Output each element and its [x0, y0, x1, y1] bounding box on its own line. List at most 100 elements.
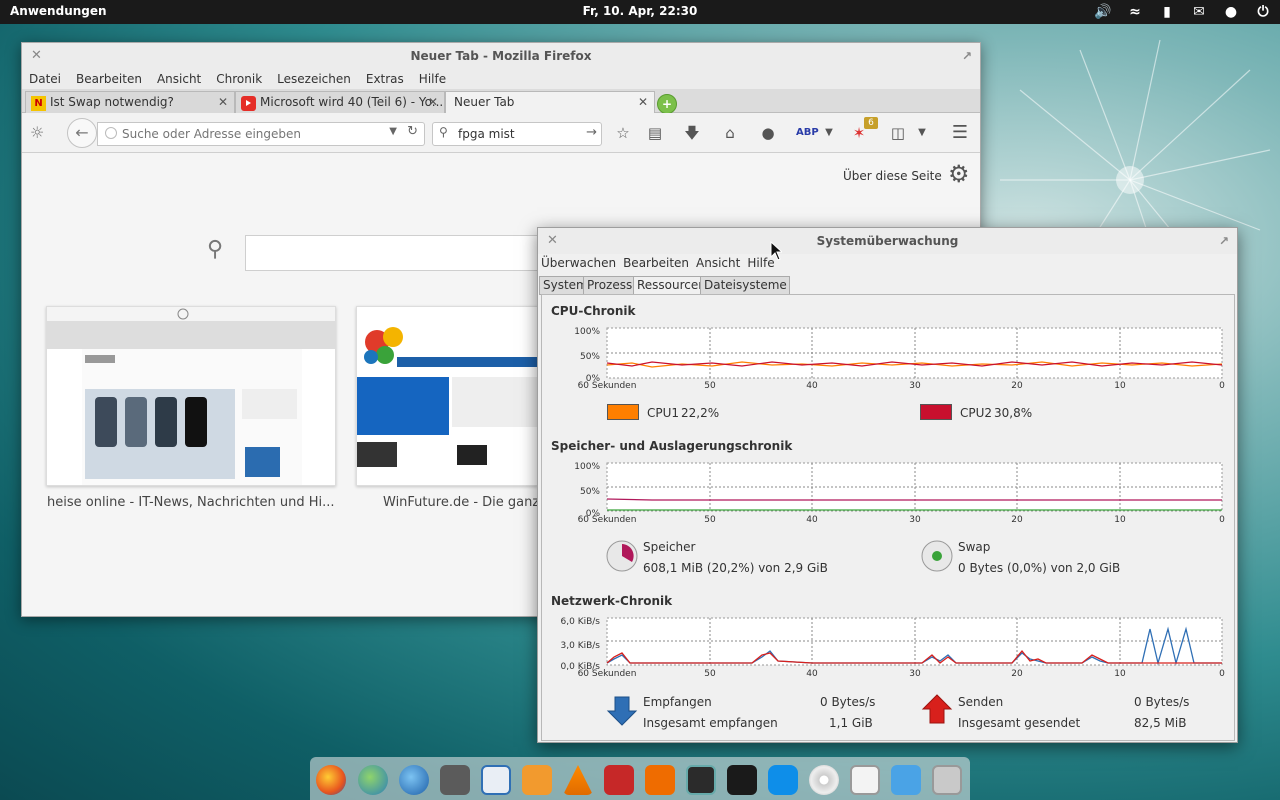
memory-pie-icon[interactable] [606, 540, 638, 572]
tab-swap[interactable]: N Ist Swap notwendig? ✕ [25, 91, 235, 114]
close-tab-icon[interactable]: ✕ [638, 95, 648, 109]
document-icon[interactable] [481, 765, 511, 795]
hamburger-menu-icon[interactable]: ☰ [950, 123, 970, 143]
menu-chronik[interactable]: Chronik [216, 72, 262, 86]
new-tab-search-field[interactable] [245, 235, 545, 271]
resources-panel: CPU-Chronik 100% 50% 0% 60 Sekunden 50 4… [541, 294, 1235, 741]
vlc-icon[interactable] [563, 765, 593, 795]
thumbnail-heise[interactable] [46, 306, 336, 486]
url-input[interactable] [98, 123, 368, 145]
thumbnail-label-winfuture[interactable]: WinFuture.de - Die ganz [383, 495, 543, 510]
memory-history-graph: 100% 50% 0% 60 Sekunden 50 40 30 20 10 0 [574, 462, 1225, 524]
cpu2-color-swatch[interactable] [920, 404, 952, 420]
swap-label: Swap [958, 540, 991, 554]
tab-label: Microsoft wird 40 (Teil 6) - Yo... [260, 95, 444, 109]
globe-icon[interactable] [358, 765, 388, 795]
google-earth-icon[interactable] [399, 765, 429, 795]
menu-bearbeiten[interactable]: Bearbeiten [76, 72, 142, 86]
close-icon[interactable]: ✕ [547, 228, 558, 254]
power-icon[interactable]: ⏻ [1254, 3, 1272, 21]
maximize-icon[interactable]: ↗ [962, 43, 972, 69]
menu-extras[interactable]: Extras [366, 72, 404, 86]
cpu-section-title: CPU-Chronik [551, 304, 636, 318]
photo-icon[interactable] [645, 765, 675, 795]
menu-ansicht[interactable]: Ansicht [157, 72, 201, 86]
new-tab-button[interactable]: + [657, 94, 677, 114]
calculator-icon[interactable] [440, 765, 470, 795]
music-icon[interactable] [522, 765, 552, 795]
net-ytick-6: 6,0 KiB/s [561, 617, 601, 627]
cpu1-color-swatch[interactable] [607, 404, 639, 420]
teamviewer-icon[interactable] [768, 765, 798, 795]
url-bar[interactable]: ▼ ↻ [97, 122, 425, 146]
history-icon[interactable]: ☼ [30, 123, 52, 143]
file-manager-icon[interactable] [850, 765, 880, 795]
abp-icon[interactable]: ABP [796, 123, 819, 143]
close-icon[interactable]: ✕ [31, 43, 42, 69]
terminal-icon[interactable] [727, 765, 757, 795]
maximize-icon[interactable]: ↗ [1219, 228, 1229, 254]
download-icon[interactable]: 🡇 [682, 123, 702, 143]
tab-dateisysteme[interactable]: Dateisysteme [700, 276, 790, 295]
menu-lesezeichen[interactable]: Lesezeichen [277, 72, 351, 86]
received-rate: 0 Bytes/s [820, 695, 876, 709]
upload-arrow-icon[interactable] [921, 693, 953, 725]
tab-favicon-n: N [31, 96, 46, 111]
clipboard-icon[interactable]: ◫ [888, 123, 908, 143]
firefox-icon[interactable] [316, 765, 346, 795]
volume-icon[interactable]: 🔊 [1094, 3, 1112, 21]
close-tab-icon[interactable]: ✕ [428, 95, 438, 109]
menu-hilfe[interactable]: Hilfe [419, 72, 446, 86]
swap-pie-icon[interactable] [921, 540, 953, 572]
bookmark-star-icon[interactable]: ☆ [613, 123, 633, 143]
disc-icon[interactable] [809, 765, 839, 795]
x-tick: 20 [1011, 669, 1023, 679]
tab-label: Ist Swap notwendig? [50, 95, 174, 109]
search-bar[interactable]: ⚲ fpga mist → [432, 122, 602, 146]
panel-clock[interactable]: Fr, 10. Apr, 22:30 [0, 4, 1280, 18]
dropdown-arrow-icon[interactable]: ▼ [912, 123, 932, 143]
thumbnail-label-heise[interactable]: heise online - IT-News, Nachrichten und … [47, 495, 339, 510]
sysmon-titlebar: ✕ Systemüberwachung ↗ [538, 228, 1237, 254]
search-value[interactable]: fpga mist [458, 127, 515, 141]
video-icon[interactable] [604, 765, 634, 795]
thumbnail-winfuture[interactable] [356, 306, 538, 486]
system-monitor-icon[interactable] [686, 765, 716, 795]
mem-ytick-50: 50% [580, 487, 600, 497]
x-tick: 50 [704, 515, 716, 524]
tab-ressourcen[interactable]: Ressourcen [633, 276, 709, 296]
close-tab-icon[interactable]: ✕ [218, 95, 228, 109]
wifi-icon[interactable]: ≈ [1126, 3, 1144, 21]
reload-icon[interactable]: ↻ [407, 124, 418, 139]
x-tick: 20 [1011, 515, 1023, 524]
tab-label: Neuer Tab [454, 95, 515, 109]
about-page-link[interactable]: Über diese Seite [843, 169, 942, 183]
download-icon[interactable] [891, 765, 921, 795]
tab-neuer-tab[interactable]: Neuer Tab ✕ [445, 91, 655, 115]
chat-icon[interactable]: ● [758, 123, 778, 143]
mail-icon[interactable]: ✉ [1190, 3, 1208, 21]
menu-bearbeiten[interactable]: Bearbeiten [623, 256, 689, 270]
search-go-icon[interactable]: → [586, 125, 597, 140]
menu-ueberwachen[interactable]: Überwachen [541, 256, 616, 270]
history-dropdown-icon[interactable]: ▼ [389, 126, 397, 137]
download-arrow-icon[interactable] [606, 695, 638, 727]
user-icon[interactable]: ● [1222, 3, 1240, 21]
x-tick: 60 Sekunden [578, 669, 637, 679]
menu-datei[interactable]: Datei [29, 72, 61, 86]
folder-icon[interactable] [932, 765, 962, 795]
x-tick: 50 [704, 381, 716, 389]
dropdown-arrow-icon[interactable]: ▼ [819, 123, 839, 143]
reading-list-icon[interactable]: ▤ [645, 123, 665, 143]
back-button[interactable]: ← [67, 118, 97, 148]
x-tick: 30 [909, 669, 921, 679]
battery-icon[interactable]: ▮ [1158, 3, 1176, 21]
gear-icon[interactable]: ⚙ [948, 161, 974, 187]
x-tick: 30 [909, 381, 921, 389]
menu-ansicht[interactable]: Ansicht [696, 256, 740, 270]
tab-microsoft[interactable]: Microsoft wird 40 (Teil 6) - Yo... ✕ [235, 91, 445, 114]
heise-preview-image [47, 307, 335, 485]
home-icon[interactable]: ⌂ [720, 123, 740, 143]
firefox-titlebar: ✕ Neuer Tab - Mozilla Firefox ↗ [22, 43, 980, 69]
dock [310, 757, 970, 800]
